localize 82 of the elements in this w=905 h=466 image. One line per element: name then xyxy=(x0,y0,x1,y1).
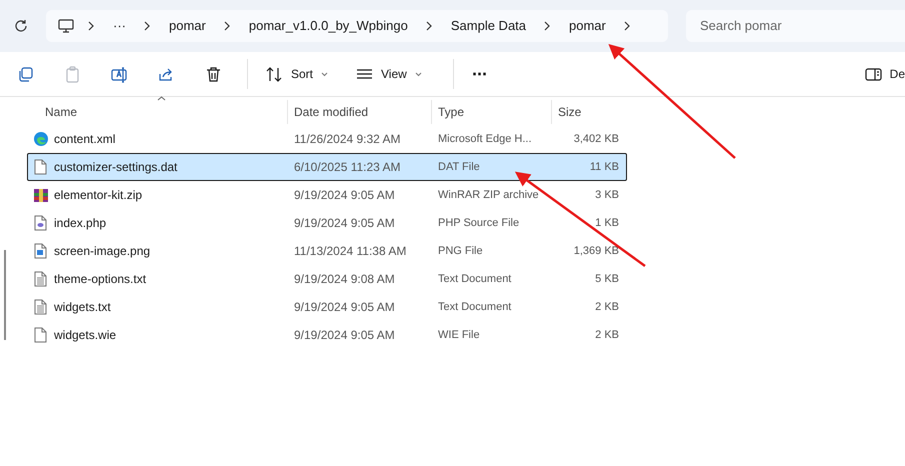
file-type: WIE File xyxy=(438,328,480,341)
file-name: index.php xyxy=(54,215,106,232)
text-file-icon xyxy=(33,299,49,315)
file-type: PHP Source File xyxy=(438,216,520,229)
chevron-icon xyxy=(544,21,552,31)
rename-icon xyxy=(111,66,128,82)
file-date: 9/19/2024 9:08 AM xyxy=(294,272,395,286)
file-type: Text Document xyxy=(438,300,512,313)
caret-icon xyxy=(414,72,422,76)
file-row[interactable]: index.php 9/19/2024 9:05 AM PHP Source File 1 KB xyxy=(27,209,627,237)
search-placeholder: Search pomar xyxy=(700,17,782,36)
file-size: 3,402 KB xyxy=(574,132,619,145)
file-name: elementor-kit.zip xyxy=(54,187,142,204)
breadcrumb-item[interactable]: ··· xyxy=(109,16,130,36)
view-button[interactable]: View xyxy=(356,58,453,90)
details-button[interactable]: De xyxy=(864,58,905,90)
file-icon xyxy=(33,327,49,343)
file-row[interactable]: content.xml 11/26/2024 9:32 AM Microsoft Edge H... 3,402 KB xyxy=(27,125,627,153)
file-row[interactable]: theme-options.txt 9/19/2024 9:08 AM Text Document 5 KB xyxy=(27,265,627,293)
address-bar[interactable]: ··· pomar pomar_v1.0.0_by_Wpbingo Sample Data pomar xyxy=(46,10,668,42)
edge-logo-icon xyxy=(33,131,49,147)
chevron-icon xyxy=(624,21,631,31)
file-size: 2 KB xyxy=(595,300,619,313)
file-name: screen-image.png xyxy=(54,243,150,260)
file-date: 9/19/2024 9:05 AM xyxy=(294,188,395,202)
file-size: 1 KB xyxy=(595,216,619,229)
file-row[interactable]: customizer-settings.dat 6/10/2025 11:23 AM DAT File 11 KB xyxy=(27,153,627,181)
file-type: PNG File xyxy=(438,244,483,257)
file-row[interactable]: widgets.wie 9/19/2024 9:05 AM WIE File 2 KB xyxy=(27,321,627,349)
file-name: widgets.txt xyxy=(54,299,111,316)
search-field[interactable]: Search pomar xyxy=(686,10,905,42)
file-date: 9/19/2024 9:05 AM xyxy=(294,216,395,230)
scrollbar[interactable] xyxy=(4,250,6,340)
file-date: 9/19/2024 9:05 AM xyxy=(294,328,395,342)
file-date: 9/19/2024 9:05 AM xyxy=(294,300,395,314)
file-date: 11/13/2024 11:38 AM xyxy=(294,244,406,258)
file-row[interactable]: widgets.txt 9/19/2024 9:05 AM Text Document 2 KB xyxy=(27,293,627,321)
file-size: 1,369 KB xyxy=(574,244,619,257)
column-header[interactable]: Type xyxy=(438,103,464,121)
chevron-icon xyxy=(144,21,151,31)
file-date: 11/26/2024 9:32 AM xyxy=(294,132,401,146)
file-row[interactable]: screen-image.png 11/13/2024 11:38 AM PNG File 1,369 KB xyxy=(27,237,627,265)
file-name: content.xml xyxy=(54,131,116,148)
breadcrumb-item[interactable]: pomar xyxy=(165,16,210,36)
sort-caret-icon xyxy=(157,96,166,101)
file-date: 6/10/2025 11:23 AM xyxy=(294,160,401,174)
file-name: customizer-settings.dat xyxy=(54,159,178,176)
computer-icon xyxy=(58,18,74,34)
sort-icon xyxy=(266,66,283,82)
more-button[interactable]: ··· xyxy=(472,58,512,90)
chevron-icon xyxy=(88,21,95,31)
file-type: WinRAR ZIP archive xyxy=(438,188,539,201)
column-header[interactable]: Name xyxy=(45,103,78,121)
file-row[interactable]: elementor-kit.zip 9/19/2024 9:05 AM WinRAR ZIP archive 3 KB xyxy=(27,181,627,209)
archive-icon xyxy=(33,187,49,203)
breadcrumb-item[interactable]: Sample Data xyxy=(446,16,530,36)
file-type: Text Document xyxy=(438,272,512,285)
breadcrumb-item[interactable]: pomar xyxy=(565,16,610,36)
chevron-icon xyxy=(426,21,433,31)
text-file-icon xyxy=(33,271,49,287)
image-file-icon xyxy=(33,243,49,259)
refresh-icon[interactable] xyxy=(14,19,28,33)
file-name: widgets.wie xyxy=(54,327,116,344)
caret-icon xyxy=(321,72,328,76)
column-header[interactable]: Size xyxy=(558,103,582,121)
php-file-icon xyxy=(33,215,49,231)
sort-button[interactable]: Sort xyxy=(266,58,356,90)
clipboard-icon xyxy=(64,66,81,82)
file-name: theme-options.txt xyxy=(54,271,146,288)
chevron-icon xyxy=(224,21,231,31)
file-type: Microsoft Edge H... xyxy=(438,132,532,145)
file-size: 11 KB xyxy=(590,160,619,173)
file-type: DAT File xyxy=(438,160,480,173)
breadcrumb-item[interactable]: pomar_v1.0.0_by_Wpbingo xyxy=(244,16,412,36)
trash-icon xyxy=(205,66,222,82)
file-size: 5 KB xyxy=(595,272,619,285)
file-icon xyxy=(33,159,49,175)
copy-icon xyxy=(17,66,34,82)
file-size: 3 KB xyxy=(595,188,619,201)
column-header[interactable]: Date modified xyxy=(294,103,368,121)
file-size: 2 KB xyxy=(595,328,619,341)
details-pane-icon xyxy=(864,66,882,82)
